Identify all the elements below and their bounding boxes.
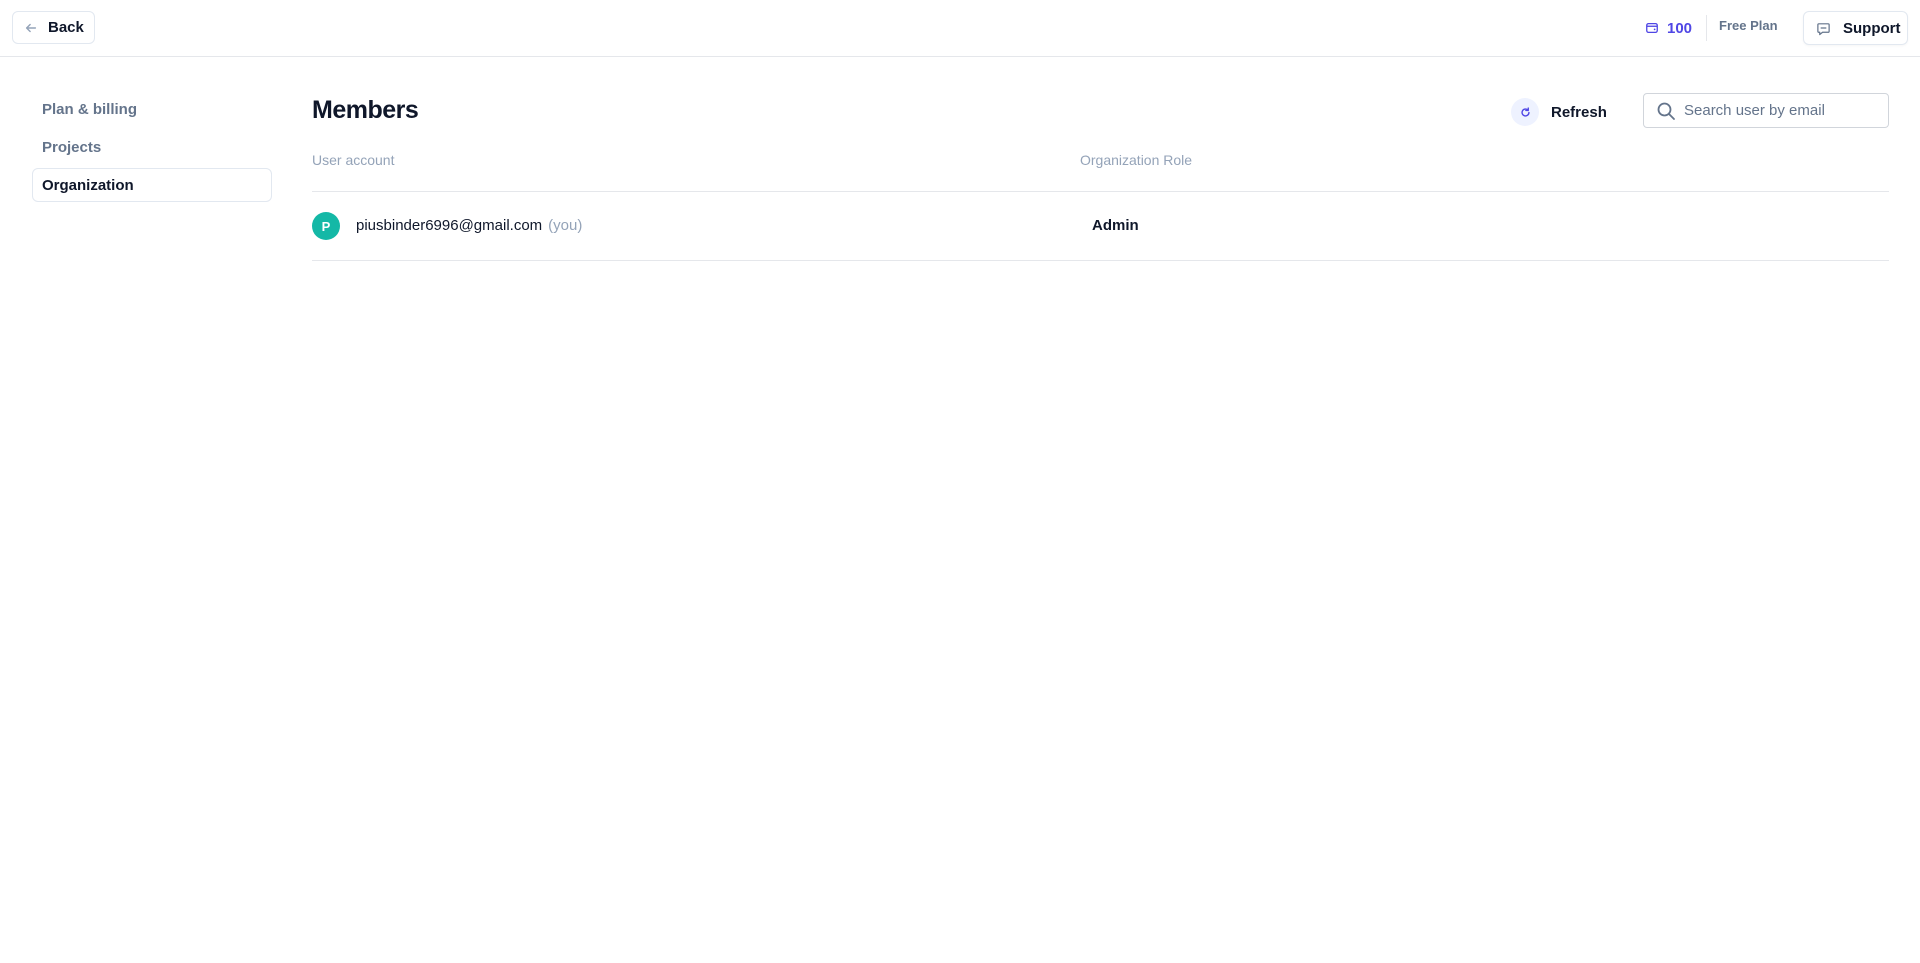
sidebar-item-plan-billing[interactable]: Plan & billing xyxy=(32,92,272,126)
table-row: P piusbinder6996@gmail.com (you) Admin xyxy=(312,192,1889,260)
refresh-icon xyxy=(1520,106,1530,117)
topbar-divider xyxy=(1706,15,1707,41)
back-button[interactable]: Back xyxy=(12,11,95,44)
search-input[interactable] xyxy=(1684,96,1874,125)
refresh-label: Refresh xyxy=(1551,103,1607,121)
you-indicator: (you) xyxy=(548,217,583,234)
sidebar-item-projects[interactable]: Projects xyxy=(32,130,272,164)
sidebar-item-organization[interactable]: Organization xyxy=(32,168,272,202)
column-header-organization-role: Organization Role xyxy=(1080,152,1193,168)
refresh-button[interactable]: Refresh xyxy=(1511,97,1607,127)
member-email: piusbinder6996@gmail.com (you) xyxy=(356,217,582,234)
support-label: Support xyxy=(1843,19,1901,37)
search-box[interactable] xyxy=(1643,93,1889,128)
column-header-user-account: User account xyxy=(312,152,395,168)
refresh-icon-wrap xyxy=(1511,98,1539,126)
arrow-left-icon xyxy=(25,23,37,32)
page-title: Members xyxy=(312,96,419,124)
settings-sidebar: Plan & billing Projects Organization xyxy=(32,92,272,206)
chat-bubble-icon xyxy=(1817,22,1830,35)
credits-count: 100 xyxy=(1667,19,1693,37)
member-email-text: piusbinder6996@gmail.com xyxy=(356,217,543,234)
top-bar: Back 100 Free Plan Support xyxy=(0,0,1920,57)
plan-label[interactable]: Free Plan xyxy=(1719,18,1778,33)
credits-badge[interactable]: 100 xyxy=(1645,17,1692,39)
member-role[interactable]: Admin xyxy=(1092,217,1139,234)
wallet-icon xyxy=(1646,22,1658,34)
back-label: Back xyxy=(48,19,84,36)
support-button[interactable]: Support xyxy=(1803,11,1908,45)
search-icon xyxy=(1657,102,1675,120)
avatar: P xyxy=(312,212,340,240)
table-row-divider xyxy=(312,260,1889,261)
